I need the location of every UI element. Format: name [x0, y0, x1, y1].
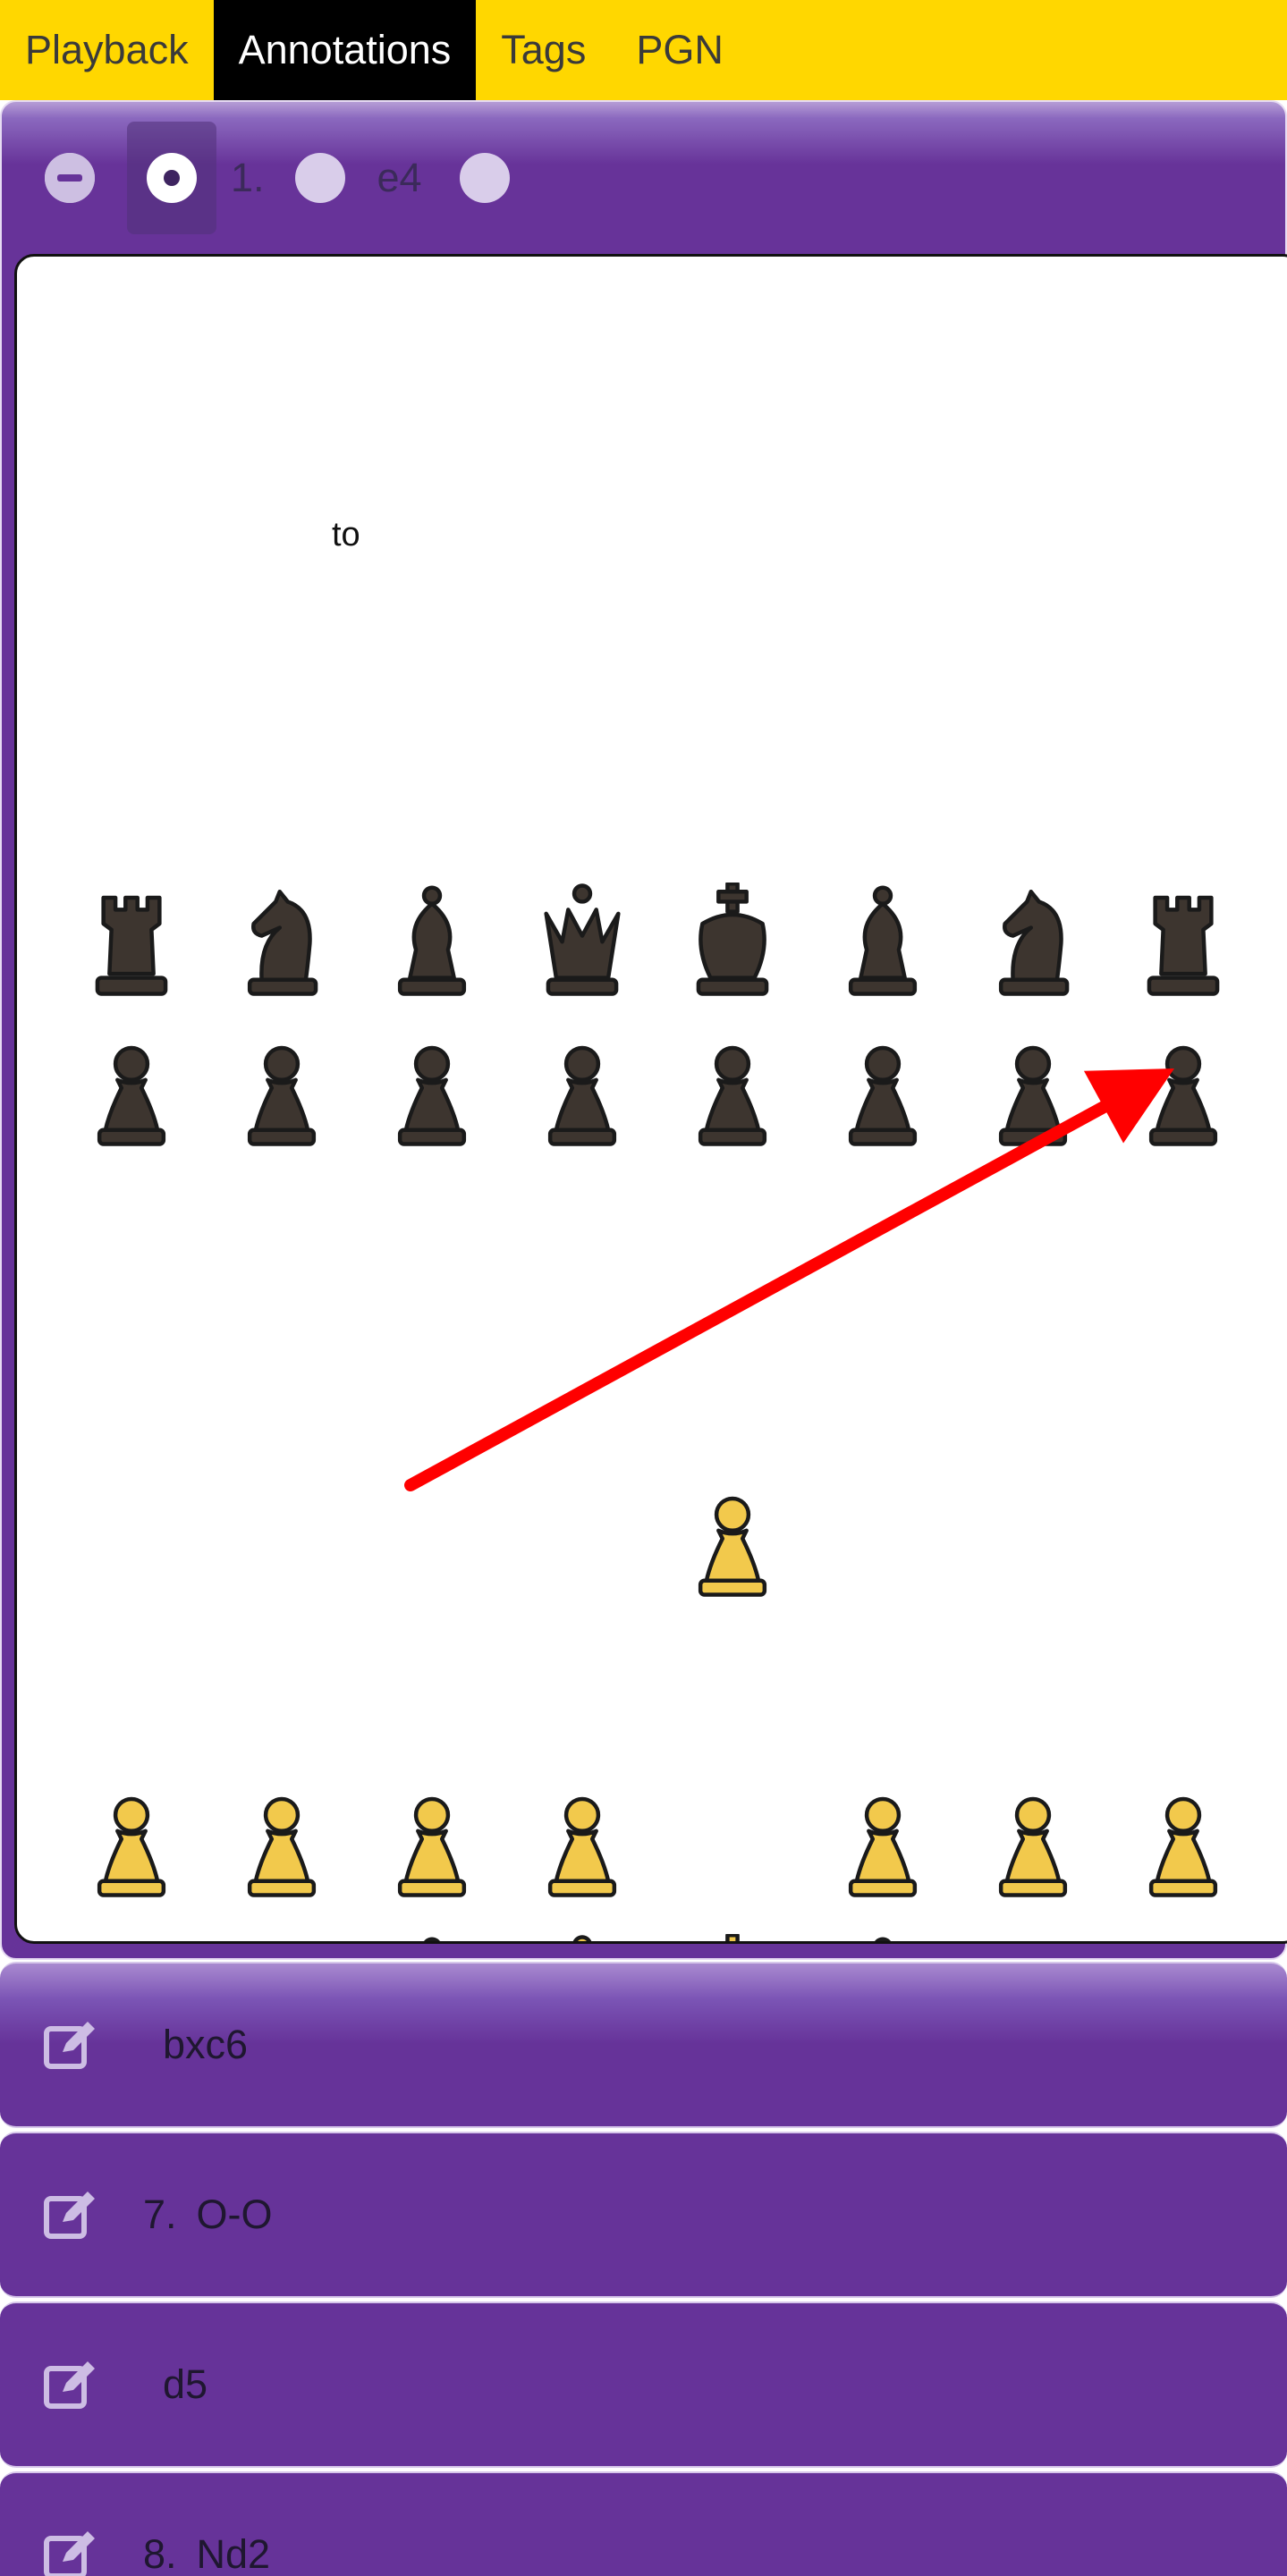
black-knight-icon[interactable]: [207, 865, 357, 1015]
black-pawn-icon[interactable]: [657, 1015, 808, 1165]
black-rook-icon[interactable]: [56, 865, 207, 1015]
black-king-icon[interactable]: [657, 865, 808, 1015]
move-number: 8.: [143, 2531, 177, 2576]
move-san: e4: [377, 155, 422, 200]
edit-icon[interactable]: [41, 2526, 98, 2576]
annotation-list: 1. e4 to bxc6 7. O-O d5 8. Nd2: [0, 100, 1287, 2576]
white-pawn-icon[interactable]: [56, 1766, 207, 1916]
white-rook-icon[interactable]: [56, 1916, 207, 1941]
move-row[interactable]: 7. O-O: [0, 2132, 1287, 2298]
white-king-icon[interactable]: [657, 1916, 808, 1941]
black-pawn-icon[interactable]: [507, 1015, 657, 1165]
move-san: d5: [163, 2361, 208, 2407]
move-san: Nd2: [196, 2531, 271, 2576]
edit-icon[interactable]: [41, 2016, 98, 2073]
white-queen-icon[interactable]: [507, 1916, 657, 1941]
edit-icon[interactable]: [41, 2356, 98, 2413]
black-bishop-icon[interactable]: [357, 865, 507, 1015]
current-move-panel: 1. e4 to: [0, 100, 1287, 1960]
black-pawn-icon[interactable]: [808, 1015, 958, 1165]
white-pawn-icon[interactable]: [808, 1766, 958, 1916]
arrow-prompt: to: [332, 516, 360, 553]
white-pawn-icon[interactable]: [507, 1766, 657, 1916]
white-pawn-icon[interactable]: [657, 1465, 808, 1616]
move-san: bxc6: [163, 2022, 249, 2067]
tab-playback[interactable]: Playback: [0, 0, 214, 100]
move-number: 1.: [231, 155, 265, 200]
tab-annotations[interactable]: Annotations: [213, 0, 477, 100]
tab-bar: Playback Annotations Tags PGN: [0, 0, 1287, 100]
move-controls: 1. e4: [2, 120, 510, 236]
black-knight-icon[interactable]: [958, 865, 1108, 1015]
black-pawn-icon[interactable]: [56, 1015, 207, 1165]
black-pawn-icon[interactable]: [357, 1015, 507, 1165]
chess-board[interactable]: to: [14, 254, 1287, 1944]
tab-tags[interactable]: Tags: [476, 0, 611, 100]
move-row[interactable]: 8. Nd2: [0, 2471, 1287, 2576]
white-bishop-icon[interactable]: [357, 1916, 507, 1941]
edit-icon[interactable]: [41, 2186, 98, 2243]
black-pawn-icon[interactable]: [958, 1015, 1108, 1165]
move-san: O-O: [196, 2192, 273, 2237]
black-pawn-icon[interactable]: [207, 1015, 357, 1165]
white-pawn-icon[interactable]: [1108, 1766, 1258, 1916]
tab-pgn[interactable]: PGN: [611, 0, 749, 100]
black-pawn-icon[interactable]: [1108, 1015, 1258, 1165]
black-queen-icon[interactable]: [507, 865, 657, 1015]
radio-icon[interactable]: [294, 153, 345, 203]
move-row[interactable]: d5: [0, 2302, 1287, 2468]
white-pawn-icon[interactable]: [958, 1766, 1108, 1916]
white-knight-icon[interactable]: [958, 1916, 1108, 1941]
white-rook-icon[interactable]: [1108, 1916, 1258, 1941]
radio-selected-button[interactable]: [127, 122, 216, 234]
white-pawn-icon[interactable]: [207, 1766, 357, 1916]
remove-icon[interactable]: [45, 153, 95, 203]
radio-selected-icon: [147, 153, 197, 203]
white-pawn-icon[interactable]: [357, 1766, 507, 1916]
black-bishop-icon[interactable]: [808, 865, 958, 1015]
white-knight-icon[interactable]: [207, 1916, 357, 1941]
black-rook-icon[interactable]: [1108, 865, 1258, 1015]
move-row[interactable]: bxc6: [0, 1962, 1287, 2128]
radio-icon[interactable]: [459, 153, 510, 203]
white-bishop-icon[interactable]: [808, 1916, 958, 1941]
move-number: 7.: [143, 2192, 177, 2237]
